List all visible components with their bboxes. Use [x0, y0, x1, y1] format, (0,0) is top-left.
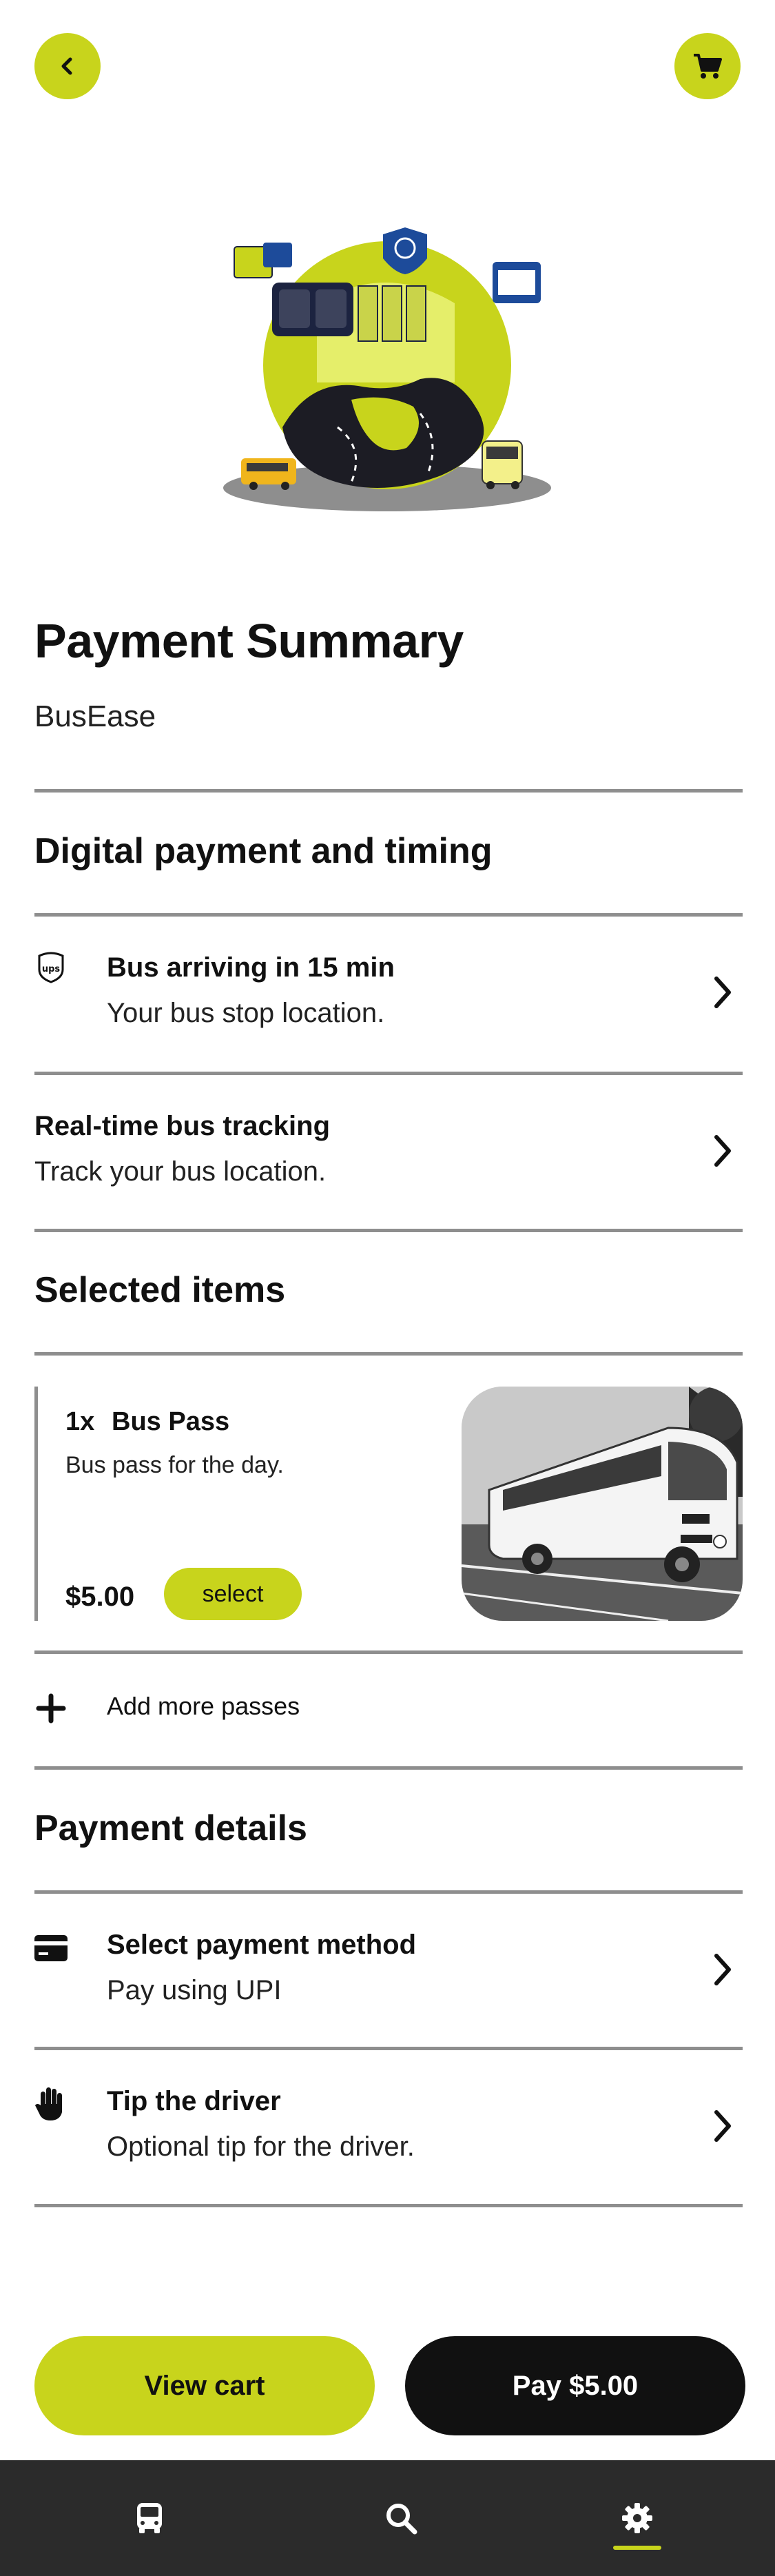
- divider: [34, 789, 743, 793]
- chevron-right-icon: [714, 1954, 731, 1985]
- tip-driver-row[interactable]: Tip the driver Optional tip for the driv…: [0, 2050, 775, 2202]
- selected-item-card: 1x Bus Pass Bus pass for the day. $5.00 …: [34, 1387, 743, 1621]
- divider: [34, 1352, 743, 1356]
- item-description: Bus pass for the day.: [65, 1452, 284, 1478]
- add-more-passes-label: Add more passes: [107, 1692, 300, 1720]
- bus-arrival-title: Bus arriving in 15 min: [107, 952, 395, 983]
- cart-icon: [694, 54, 722, 79]
- bus-icon: [137, 2503, 162, 2533]
- item-name: Bus Pass: [112, 1407, 230, 1436]
- bus-tracking-row[interactable]: Real-time bus tracking Track your bus lo…: [0, 1075, 775, 1227]
- tab-search[interactable]: [346, 2460, 456, 2576]
- chevron-right-icon: [714, 2110, 731, 2142]
- tab-bus[interactable]: [94, 2460, 205, 2576]
- tab-settings[interactable]: [582, 2460, 692, 2576]
- cart-button[interactable]: [674, 33, 741, 99]
- add-more-passes-row[interactable]: Add more passes: [0, 1654, 775, 1768]
- ups-icon: ups: [34, 951, 68, 984]
- chevron-right-icon: [714, 1135, 731, 1167]
- item-quantity: 1x: [65, 1407, 95, 1436]
- divider: [34, 1766, 743, 1770]
- bus-tracking-subtitle: Track your bus location.: [34, 1156, 327, 1187]
- section-title-payment: Payment details: [34, 1808, 307, 1848]
- divider: [34, 1229, 743, 1232]
- bus-arrival-row[interactable]: ups Bus arriving in 15 min Your bus stop…: [0, 917, 775, 1068]
- page-subtitle: BusEase: [34, 699, 156, 733]
- gear-icon: [622, 2503, 652, 2533]
- tip-driver-subtitle: Optional tip for the driver.: [107, 2132, 415, 2162]
- plus-icon: [36, 1693, 66, 1724]
- bus-pass-image: [462, 1387, 743, 1621]
- bus-arrival-subtitle: Your bus stop location.: [107, 998, 385, 1028]
- bus-tracking-title: Real-time bus tracking: [34, 1111, 331, 1141]
- hand-icon: [34, 2087, 68, 2121]
- chevron-right-icon: [714, 977, 731, 1008]
- payment-method-row[interactable]: Select payment method Pay using UPI: [0, 1894, 775, 2045]
- active-tab-indicator: [613, 2546, 661, 2550]
- credit-card-icon: [34, 1932, 68, 1965]
- pay-button[interactable]: Pay $5.00: [405, 2336, 745, 2435]
- divider: [34, 2204, 743, 2207]
- chevron-left-icon: [61, 57, 72, 75]
- hero-illustration: [214, 221, 561, 524]
- page-title: Payment Summary: [34, 614, 464, 668]
- payment-method-subtitle: Pay using UPI: [107, 1975, 282, 2005]
- select-button[interactable]: select: [164, 1568, 302, 1620]
- payment-method-title: Select payment method: [107, 1930, 417, 1960]
- bottom-tab-bar: [0, 2460, 775, 2576]
- view-cart-button[interactable]: View cart: [34, 2336, 375, 2435]
- section-title-selected: Selected items: [34, 1270, 286, 1310]
- tip-driver-title: Tip the driver: [107, 2086, 281, 2116]
- back-button[interactable]: [34, 33, 101, 99]
- svg-text:ups: ups: [42, 964, 61, 974]
- section-title-digital: Digital payment and timing: [34, 831, 493, 871]
- item-accent-bar: [34, 1387, 38, 1621]
- search-icon: [386, 2504, 417, 2535]
- item-price: $5.00: [65, 1582, 135, 1612]
